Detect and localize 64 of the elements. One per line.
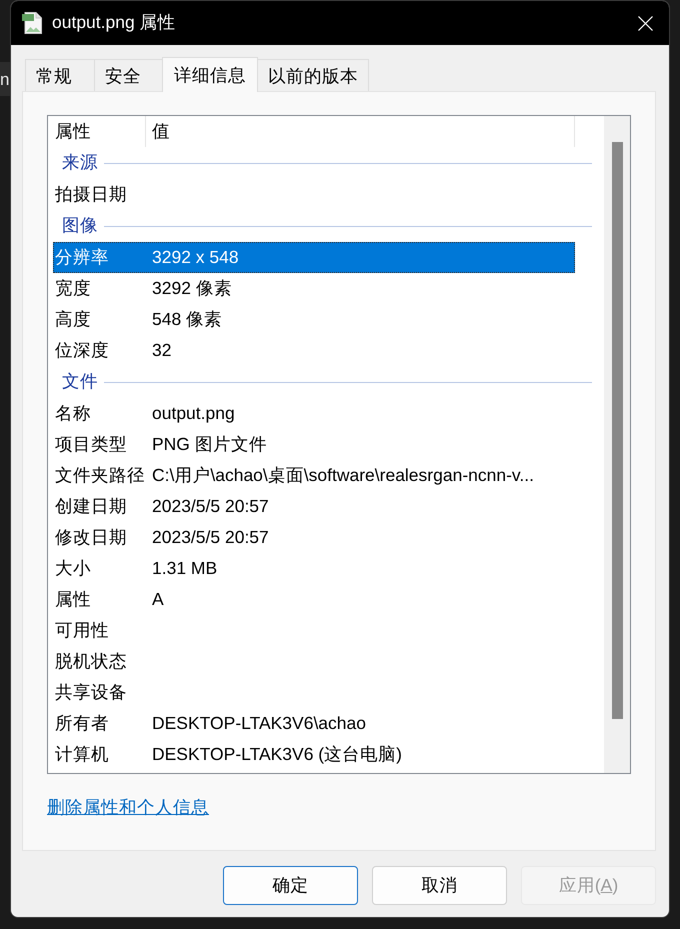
property-value: C:\用户\achao\桌面\software\realesrgan-ncnn-v... — [151, 464, 534, 486]
property-value: 32 — [151, 340, 172, 362]
close-icon — [638, 16, 652, 30]
property-value: 2023/5/5 20:57 — [151, 496, 269, 518]
property-name: 位深度 — [54, 340, 110, 362]
property-name: 创建日期 — [54, 496, 128, 518]
property-name: 属性 — [54, 588, 92, 610]
property-value: output.png — [151, 402, 235, 424]
cancel-button[interactable]: 取消 — [372, 866, 507, 905]
window-title: output.png 属性 — [52, 12, 176, 34]
tab[interactable]: 常规 — [25, 59, 95, 91]
property-row[interactable]: 脱机状态 — [53, 646, 575, 677]
property-row[interactable]: 位深度 32 — [53, 335, 575, 366]
property-value: 548 像素 — [151, 308, 222, 330]
property-name: 修改日期 — [54, 526, 128, 548]
property-name: 高度 — [54, 308, 92, 330]
property-row[interactable]: 所有者 DESKTOP-LTAK3V6\achao — [53, 708, 575, 739]
group-title: 文件 — [62, 371, 98, 393]
property-row[interactable]: 可用性 — [53, 615, 575, 646]
tab[interactable]: 详细信息 — [162, 57, 258, 92]
property-name: 拍摄日期 — [54, 184, 128, 206]
property-name: 共享设备 — [54, 682, 128, 704]
property-value: DESKTOP-LTAK3V6 (这台电脑) — [151, 744, 402, 766]
property-row[interactable]: 宽度 3292 像素 — [53, 273, 575, 304]
property-name: 分辨率 — [54, 246, 110, 268]
property-row[interactable]: 创建日期 2023/5/5 20:57 — [53, 491, 575, 522]
property-name: 可用性 — [54, 620, 110, 642]
property-row[interactable]: 属性 A — [53, 584, 575, 615]
scrollbar-track[interactable] — [604, 116, 630, 773]
group-title: 来源 — [62, 152, 98, 174]
property-row[interactable]: 名称 output.png — [53, 398, 575, 429]
property-row[interactable]: 大小 1.31 MB — [53, 553, 575, 584]
property-value: 3292 x 548 — [151, 246, 239, 268]
property-row[interactable]: 项目类型 PNG 图片文件 — [53, 429, 575, 460]
property-value: PNG 图片文件 — [151, 434, 267, 456]
property-value: 2023/5/5 20:57 — [151, 526, 269, 548]
property-value: 3292 像素 — [151, 278, 232, 300]
background-text: n — [0, 70, 10, 88]
image-file-icon — [22, 12, 42, 34]
tab[interactable]: 以前的版本 — [257, 59, 369, 91]
property-value: 1.31 MB — [151, 558, 218, 580]
property-name: 所有者 — [54, 712, 110, 734]
property-row[interactable]: 拍摄日期 — [53, 179, 575, 210]
property-name: 计算机 — [54, 744, 110, 766]
property-row[interactable]: 修改日期 2023/5/5 20:57 — [53, 522, 575, 553]
property-row[interactable]: 文件夹路径 C:\用户\achao\桌面\software\realesrgan-ncnn-v... — [53, 460, 575, 491]
scrollbar-thumb[interactable] — [612, 142, 622, 719]
property-name: 脱机状态 — [54, 650, 128, 672]
column-header[interactable]: 值 — [146, 116, 575, 147]
column-header[interactable]: 属性 — [48, 116, 146, 147]
property-row[interactable]: 高度 548 像素 — [53, 304, 575, 335]
property-value: DESKTOP-LTAK3V6\achao — [151, 712, 366, 734]
property-row[interactable]: 分辨率 3292 x 548 — [53, 242, 575, 273]
group-title: 图像 — [62, 215, 98, 237]
property-name: 文件夹路径 — [54, 464, 146, 486]
property-row[interactable]: 共享设备 — [53, 677, 575, 708]
property-value: A — [151, 588, 164, 610]
property-name: 项目类型 — [54, 434, 128, 456]
property-name: 大小 — [54, 558, 92, 580]
property-name: 名称 — [54, 402, 92, 424]
property-row[interactable]: 计算机 DESKTOP-LTAK3V6 (这台电脑) — [53, 739, 575, 770]
remove-properties-link[interactable]: 删除属性和个人信息 — [47, 797, 209, 819]
property-name: 宽度 — [54, 278, 92, 300]
ok-button[interactable]: 确定 — [223, 866, 358, 905]
